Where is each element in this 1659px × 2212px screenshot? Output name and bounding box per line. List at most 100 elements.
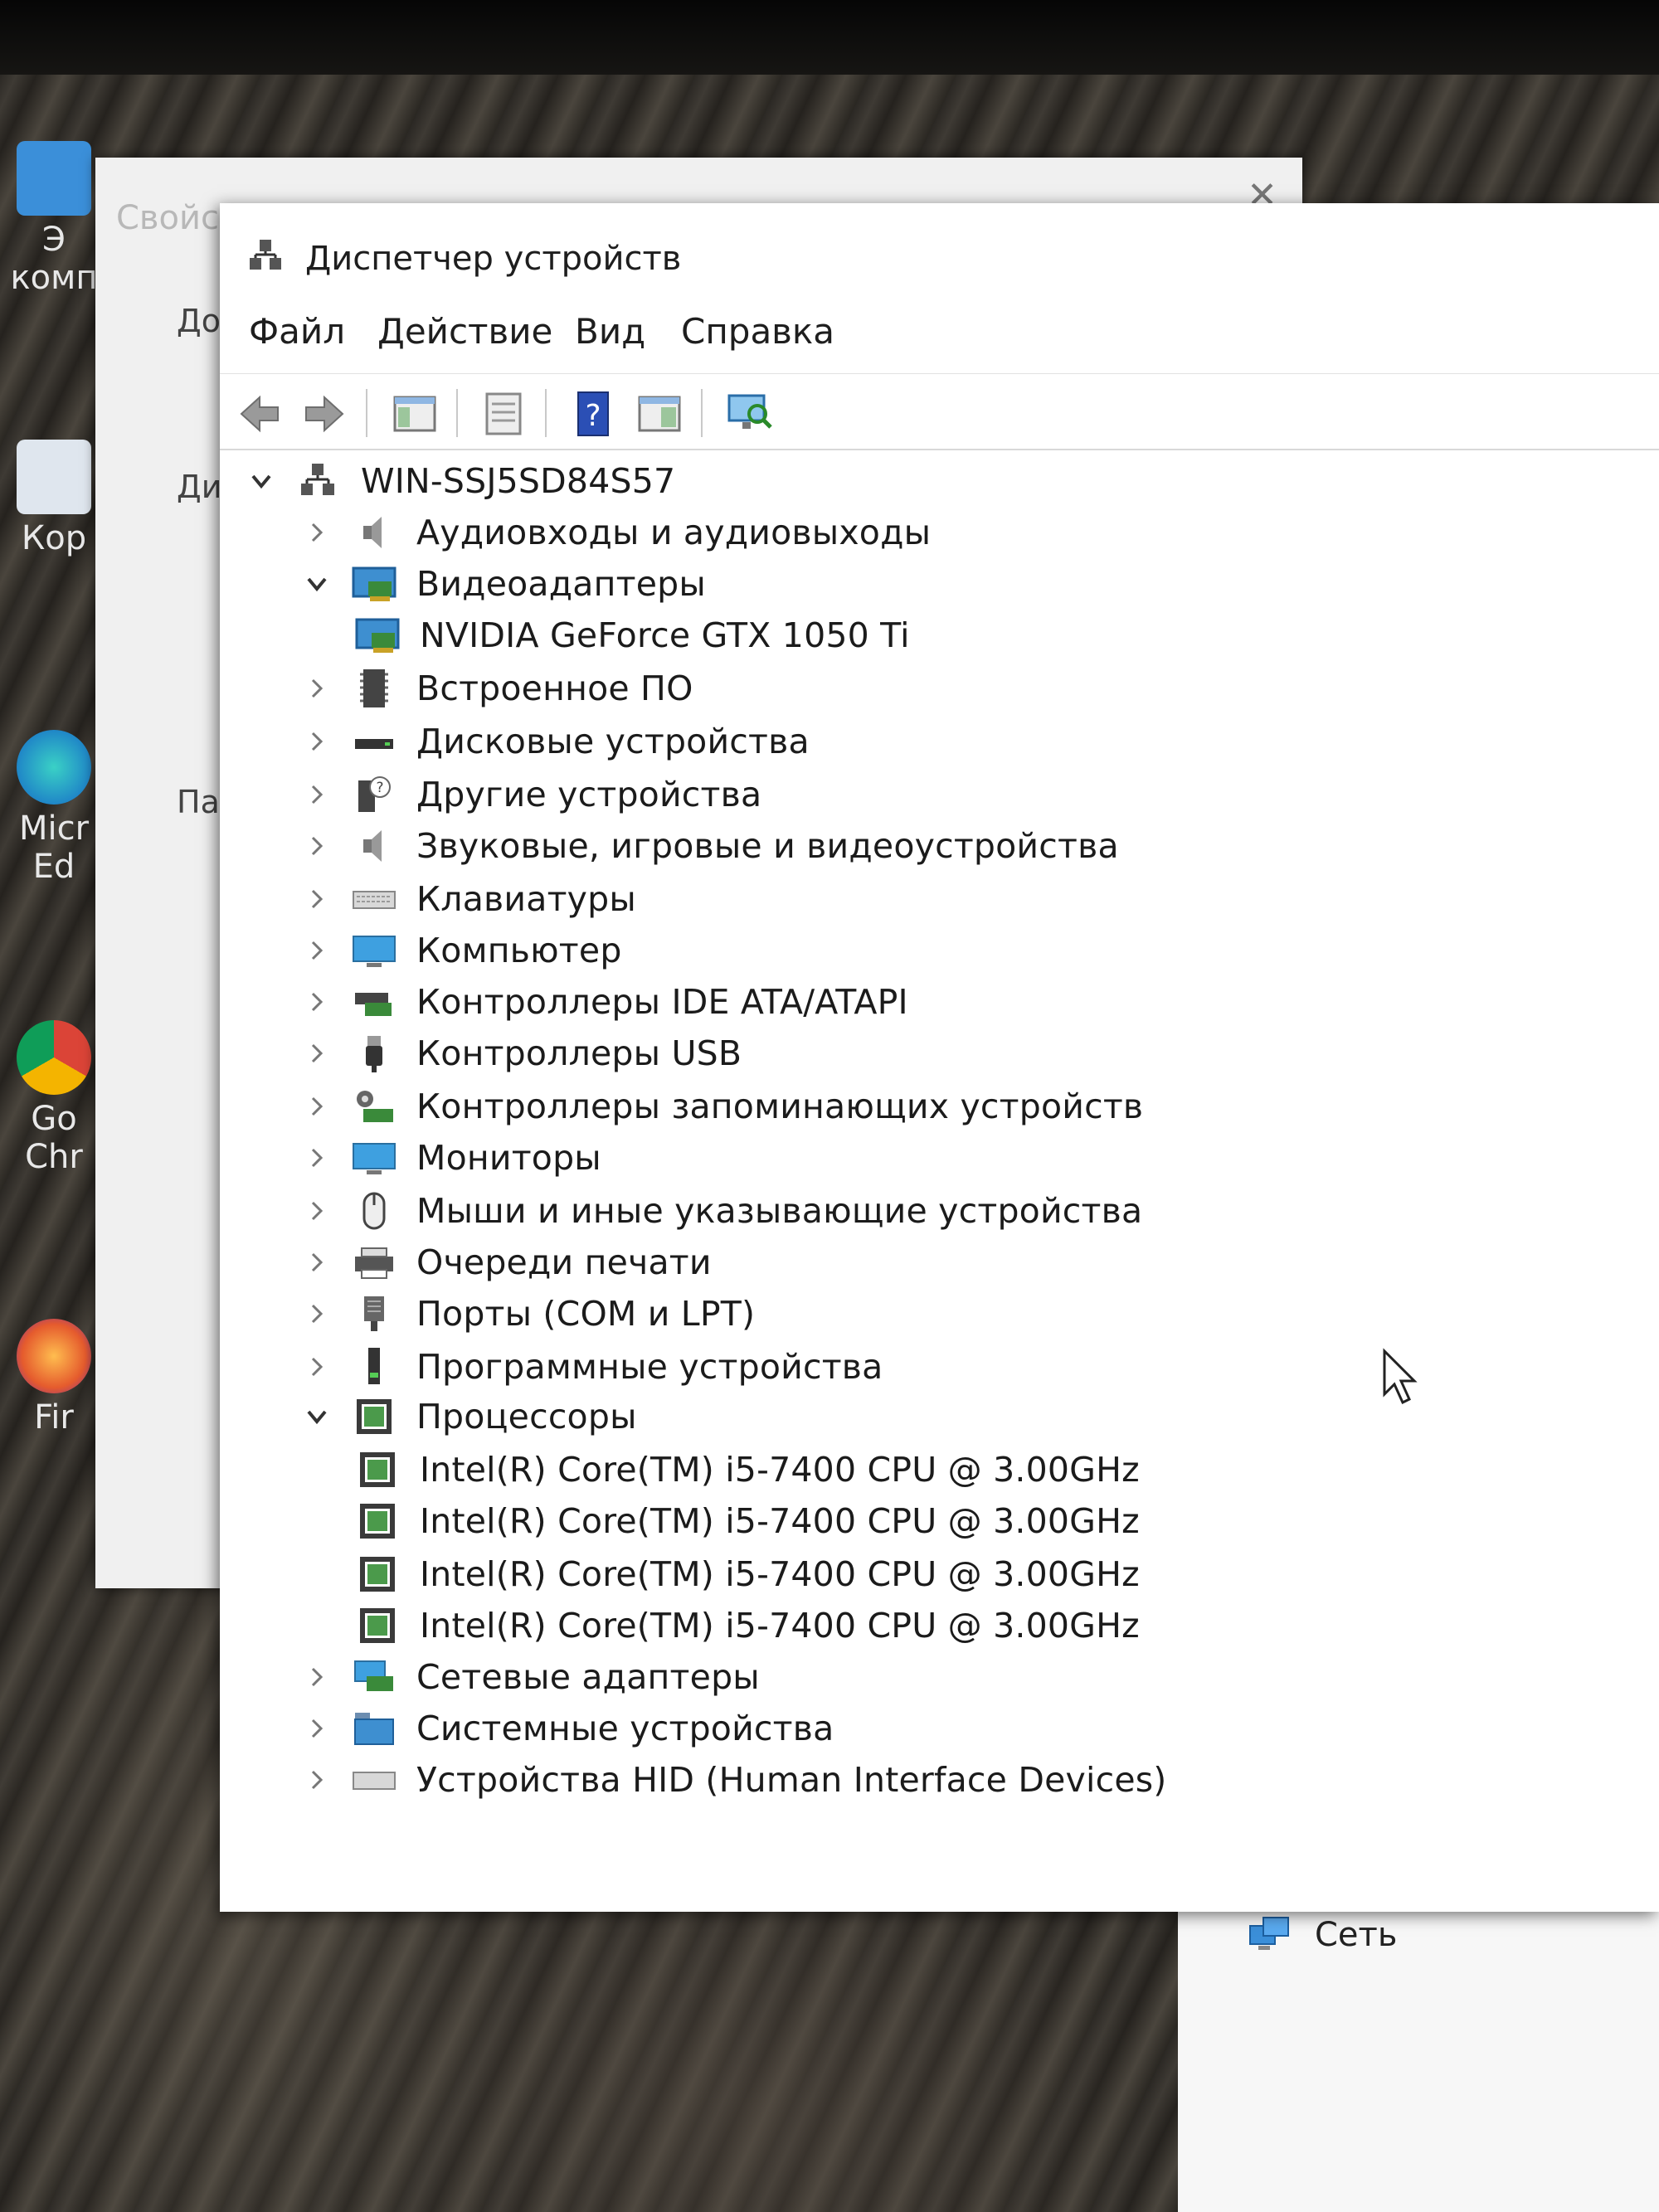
tree-item-cpu[interactable]: Intel(R) Core(TM) i5-7400 CPU @ 3.00GHz — [355, 1444, 1140, 1495]
menu-action[interactable]: Действие — [377, 311, 552, 352]
tree-item-network-adapters[interactable]: Сетевые адаптеры — [300, 1651, 760, 1703]
desktop-icon-firefox[interactable]: Fir — [8, 1319, 100, 1437]
chevron-down-icon[interactable] — [245, 464, 278, 498]
back-window-label: Ди — [177, 469, 222, 505]
menu-view[interactable]: Вид — [575, 311, 645, 352]
computer-network-icon — [301, 464, 334, 495]
tree-item-display-adapters[interactable]: Видеоадаптеры — [300, 558, 706, 610]
tree-item-ide-controllers[interactable]: Контроллеры IDE ATA/ATAPI — [300, 976, 908, 1028]
toolbar-separator — [701, 389, 703, 437]
title-bar[interactable]: Диспетчер устройств — [220, 203, 1659, 294]
usb-icon — [366, 1036, 382, 1072]
tree-item-audio-io[interactable]: Аудиовходы и аудиовыходы — [300, 507, 931, 558]
chevron-right-icon[interactable] — [300, 1141, 333, 1174]
tree-item-label: Другие устройства — [416, 775, 762, 814]
back-window-label: До — [177, 303, 221, 339]
chevron-right-icon[interactable] — [300, 985, 333, 1018]
chevron-right-icon[interactable] — [300, 1350, 333, 1383]
tree-item-ports[interactable]: Порты (COM и LPT) — [300, 1288, 755, 1339]
tree-item-label: Intel(R) Core(TM) i5-7400 CPU @ 3.00GHz — [420, 1501, 1140, 1541]
keyboard-icon — [353, 891, 396, 909]
tree-item-label: Сетевые адаптеры — [416, 1657, 760, 1697]
desktop-icon-chrome[interactable]: Go Chr — [8, 1020, 100, 1176]
chevron-right-icon[interactable] — [300, 1246, 333, 1279]
chevron-right-icon[interactable] — [300, 1297, 333, 1330]
system-device-icon — [354, 1713, 394, 1745]
desktop-icon-recycle-bin[interactable]: Кор — [8, 440, 100, 557]
tree-item-label: Мониторы — [416, 1138, 601, 1178]
menu-file[interactable]: Файл — [249, 311, 345, 352]
tree-item-system-devices[interactable]: Системные устройства — [300, 1703, 834, 1754]
storage-controller-icon — [357, 1091, 393, 1122]
speaker-icon — [363, 517, 382, 548]
tree-item-label: Встроенное ПО — [416, 668, 693, 708]
chevron-right-icon[interactable] — [300, 778, 333, 811]
chevron-down-icon[interactable] — [300, 567, 333, 600]
chevron-down-icon[interactable] — [300, 1400, 333, 1433]
tree-item-mice[interactable]: Мыши и иные указывающие устройства — [300, 1185, 1142, 1237]
chevron-right-icon[interactable] — [300, 1037, 333, 1070]
tree-item-firmware[interactable]: Встроенное ПО — [300, 663, 693, 714]
tree-item-cpu[interactable]: Intel(R) Core(TM) i5-7400 CPU @ 3.00GHz — [355, 1600, 1140, 1651]
view-icon[interactable] — [635, 389, 684, 439]
network-label[interactable]: Сеть — [1315, 1916, 1397, 1954]
display-adapter-icon — [352, 566, 397, 601]
tree-item-gpu[interactable]: NVIDIA GeForce GTX 1050 Ti — [355, 610, 910, 661]
processor-icon — [360, 1608, 395, 1643]
chevron-right-icon[interactable] — [300, 934, 333, 967]
tree-item-keyboards[interactable]: Клавиатуры — [300, 873, 636, 925]
chevron-right-icon[interactable] — [300, 725, 333, 758]
tree-item-disks[interactable]: Дисковые устройства — [300, 716, 810, 767]
toolbar: ? — [220, 373, 1659, 450]
desktop-icon-this-pc[interactable]: Э комп — [8, 141, 100, 297]
unknown-device-icon: ? — [358, 776, 391, 812]
chevron-right-icon[interactable] — [300, 1763, 333, 1796]
forward-icon[interactable] — [299, 389, 349, 439]
tree-item-software-devices[interactable]: Программные устройства — [300, 1341, 883, 1393]
tree-item-label: Intel(R) Core(TM) i5-7400 CPU @ 3.00GHz — [420, 1554, 1140, 1594]
tree-item-label: Дисковые устройства — [416, 722, 810, 761]
tree-item-sound-video-game[interactable]: Звуковые, игровые и видеоустройства — [300, 820, 1119, 872]
tree-item-storage-controllers[interactable]: Контроллеры запоминающих устройств — [300, 1081, 1143, 1132]
tree-item-computer[interactable]: Компьютер — [300, 925, 622, 976]
tree-item-usb-controllers[interactable]: Контроллеры USB — [300, 1028, 742, 1079]
tree-item-processors[interactable]: Процессоры — [300, 1391, 637, 1442]
tree-item-cpu[interactable]: Intel(R) Core(TM) i5-7400 CPU @ 3.00GHz — [355, 1548, 1140, 1600]
back-icon[interactable] — [235, 389, 285, 439]
tree-item-hid[interactable]: Устройства HID (Human Interface Devices) — [300, 1754, 1167, 1806]
tree-item-other-devices[interactable]: ? Другие устройства — [300, 769, 761, 820]
port-icon — [364, 1296, 384, 1331]
desktop-icon-label: Micr Ed — [18, 809, 90, 886]
chevron-right-icon[interactable] — [300, 516, 333, 549]
scan-hardware-icon[interactable] — [724, 389, 774, 439]
chevron-right-icon[interactable] — [300, 1194, 333, 1228]
chrome-icon — [17, 1020, 91, 1095]
chevron-right-icon[interactable] — [300, 882, 333, 916]
processor-icon — [360, 1504, 395, 1539]
show-hide-console-tree-icon[interactable] — [390, 389, 440, 439]
desktop-icon-edge[interactable]: Micr Ed — [8, 730, 100, 886]
window-title: Диспетчер устройств — [305, 240, 682, 278]
display-adapter-icon — [355, 618, 400, 653]
tree-item-label: Контроллеры IDE ATA/ATAPI — [416, 982, 908, 1022]
chevron-right-icon[interactable] — [300, 1712, 333, 1745]
properties-icon[interactable] — [479, 389, 528, 439]
help-icon[interactable]: ? — [568, 389, 618, 439]
menu-help[interactable]: Справка — [681, 311, 834, 352]
chevron-right-icon[interactable] — [300, 672, 333, 705]
tree-item-print-queues[interactable]: Очереди печати — [300, 1237, 712, 1288]
mouse-pointer-icon — [1383, 1348, 1418, 1405]
processor-icon — [360, 1452, 395, 1487]
tree-root[interactable]: WIN-SSJ5SD84S57 — [245, 455, 675, 507]
tree-item-cpu[interactable]: Intel(R) Core(TM) i5-7400 CPU @ 3.00GHz — [355, 1495, 1140, 1547]
tree-item-monitors[interactable]: Мониторы — [300, 1132, 601, 1184]
chevron-right-icon[interactable] — [300, 1660, 333, 1694]
tree-item-label: Intel(R) Core(TM) i5-7400 CPU @ 3.00GHz — [420, 1606, 1140, 1646]
tree-item-label: Аудиовходы и аудиовыходы — [416, 513, 932, 552]
chevron-right-icon[interactable] — [300, 829, 333, 863]
tree-item-label: Звуковые, игровые и видеоустройства — [416, 826, 1119, 866]
chevron-right-icon[interactable] — [300, 1090, 333, 1123]
speaker-icon — [363, 830, 382, 862]
toolbar-separator — [366, 389, 367, 437]
disk-icon — [355, 739, 393, 749]
